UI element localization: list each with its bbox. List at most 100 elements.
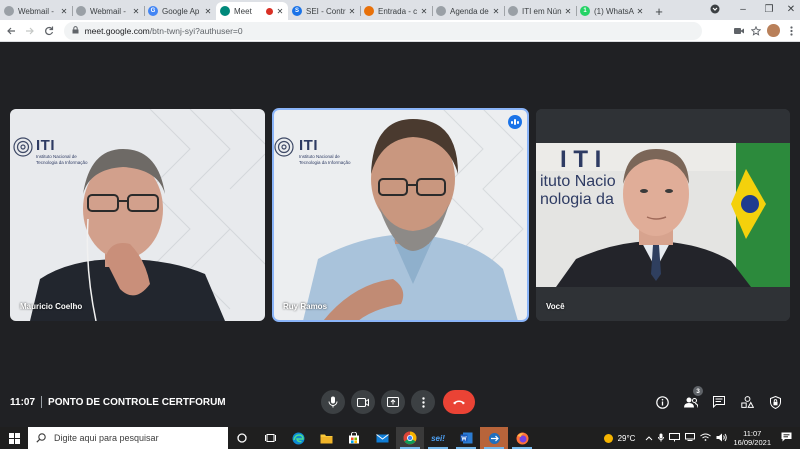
- mail-envelope-icon: [375, 433, 389, 442]
- tab-favicon-icon: S: [292, 6, 302, 16]
- browser-tab[interactable]: S SEI - Contr ✕: [288, 2, 360, 20]
- tab-close-icon[interactable]: ✕: [348, 7, 356, 16]
- tray-display-icon[interactable]: [685, 433, 696, 443]
- cortana-circle-icon: [237, 433, 247, 443]
- hang-up-icon: [453, 400, 465, 405]
- new-tab-button[interactable]: +: [648, 2, 670, 20]
- word-app[interactable]: [452, 427, 480, 449]
- firefox-icon: [516, 432, 528, 444]
- chrome-icon: [403, 431, 417, 445]
- browser-tab[interactable]: Webmail - ✕: [72, 2, 144, 20]
- participant-tile-mauricio[interactable]: ITI Instituto Nacional de Tecnologia da I…: [10, 109, 265, 321]
- tab-title: Agenda de: [450, 6, 489, 16]
- meeting-title[interactable]: PONTO DE CONTROLE CERTFORUM: [48, 397, 226, 408]
- tab-search-icon[interactable]: [702, 0, 728, 18]
- tab-close-icon[interactable]: ✕: [204, 7, 212, 16]
- mail-app[interactable]: [368, 427, 396, 449]
- tab-close-icon[interactable]: ✕: [60, 7, 68, 16]
- chat-icon: [713, 396, 725, 408]
- browser-tab[interactable]: Meet ✕: [216, 2, 288, 20]
- browser-tab[interactable]: G Google Ap ✕: [144, 2, 216, 20]
- tray-wifi-icon[interactable]: [700, 433, 712, 443]
- close-window-button[interactable]: ✕: [778, 0, 800, 18]
- tab-favicon-icon: [436, 6, 446, 16]
- browser-tab[interactable]: Agenda de ✕: [432, 2, 504, 20]
- browser-menu-icon[interactable]: [783, 22, 800, 40]
- notifications-icon[interactable]: [781, 432, 792, 444]
- activities-shapes-icon: [740, 396, 754, 408]
- tab-close-icon[interactable]: ✕: [564, 7, 572, 16]
- edge-app[interactable]: [284, 427, 312, 449]
- iti-logo-text: ITI: [36, 137, 55, 154]
- tab-strip: Webmail - ✕ Webmail - ✕ G Google Ap ✕ Meet ✕ S SEI…: [0, 0, 800, 20]
- start-button[interactable]: [0, 427, 28, 449]
- tab-close-icon[interactable]: ✕: [492, 7, 500, 16]
- microphone-icon: [328, 396, 338, 408]
- remote-desktop-icon: [488, 432, 500, 444]
- taskbar-search-box[interactable]: Digite aqui para pesquisar: [28, 427, 228, 449]
- edge-icon: [292, 432, 304, 444]
- speaking-indicator-icon: [508, 115, 522, 129]
- weather-temperature[interactable]: 29°C: [618, 434, 636, 443]
- tab-title: Webmail -: [90, 6, 126, 16]
- address-bar[interactable]: meet.google.com/btn-twnj-syi?authuser=0: [63, 21, 702, 40]
- sei-app[interactable]: sei!: [424, 427, 452, 449]
- browser-tab[interactable]: ITI em Nún ✕: [504, 2, 576, 20]
- windows-logo-icon: [8, 432, 20, 444]
- tab-favicon-icon: 1: [580, 6, 590, 16]
- chrome-app[interactable]: [396, 427, 424, 449]
- tab-title: SEI - Contr: [306, 6, 346, 16]
- tab-close-icon[interactable]: ✕: [132, 7, 140, 16]
- tray-network-icon[interactable]: [669, 432, 681, 444]
- meeting-time: 11:07: [10, 396, 36, 408]
- microphone-button[interactable]: [321, 390, 345, 414]
- profile-avatar[interactable]: [767, 24, 780, 37]
- present-screen-button[interactable]: [381, 390, 405, 414]
- firefox-app[interactable]: [508, 427, 536, 449]
- bookmark-star-icon[interactable]: [747, 22, 764, 40]
- shield-lock-icon: [769, 395, 781, 409]
- browser-tab[interactable]: Entrada - c ✕: [360, 2, 432, 20]
- chat-button[interactable]: [710, 393, 728, 411]
- camera-icon: [357, 397, 369, 407]
- recording-indicator-icon: [266, 7, 273, 15]
- tab-favicon-icon: [508, 6, 518, 16]
- browser-tab[interactable]: Webmail - ✕: [0, 2, 72, 20]
- camera-button[interactable]: [351, 390, 375, 414]
- minimize-button[interactable]: –: [730, 0, 756, 18]
- participant-tile-ruy[interactable]: ITI Instituto Nacional de Tecnologia da I…: [272, 108, 529, 322]
- task-view-button[interactable]: [256, 427, 284, 449]
- tray-volume-icon[interactable]: [716, 433, 728, 444]
- browser-tab[interactable]: 1 (1) WhatsA ✕: [576, 2, 648, 20]
- camera-in-use-icon[interactable]: [730, 22, 747, 40]
- leave-call-button[interactable]: [443, 390, 475, 414]
- tray-microphone-icon[interactable]: [658, 433, 665, 444]
- reload-button[interactable]: [40, 22, 57, 40]
- url-host: meet.google.com: [84, 25, 150, 36]
- tab-close-icon[interactable]: ✕: [276, 7, 284, 16]
- meeting-details-button[interactable]: [653, 393, 671, 411]
- video-feed-self: I T I: [536, 109, 790, 321]
- back-button[interactable]: [2, 22, 19, 40]
- cortana-button[interactable]: [228, 427, 256, 449]
- tab-close-icon[interactable]: ✕: [420, 7, 428, 16]
- remote-app[interactable]: [480, 427, 508, 449]
- participant-tile-self[interactable]: I T I ituto Nacio nologia da Você: [536, 109, 790, 321]
- host-controls-button[interactable]: [766, 393, 784, 411]
- taskbar-search-placeholder: Digite aqui para pesquisar: [54, 433, 159, 443]
- more-options-button[interactable]: [411, 390, 435, 414]
- file-explorer-app[interactable]: [312, 427, 340, 449]
- forward-button[interactable]: [21, 22, 38, 40]
- store-app[interactable]: [340, 427, 368, 449]
- tab-favicon-icon: [220, 6, 230, 16]
- tab-title: (1) WhatsA: [594, 6, 635, 16]
- tab-title: Google Ap: [162, 6, 200, 16]
- search-icon: [36, 433, 46, 443]
- svg-text:I T I: I T I: [560, 146, 601, 173]
- tray-expand-icon[interactable]: [645, 434, 653, 443]
- participant-count-badge: 3: [693, 386, 703, 396]
- taskbar-clock[interactable]: 11:07 16/09/2021: [733, 429, 771, 447]
- tab-title: Meet: [234, 6, 252, 16]
- tab-close-icon[interactable]: ✕: [636, 7, 644, 16]
- activities-button[interactable]: [738, 393, 756, 411]
